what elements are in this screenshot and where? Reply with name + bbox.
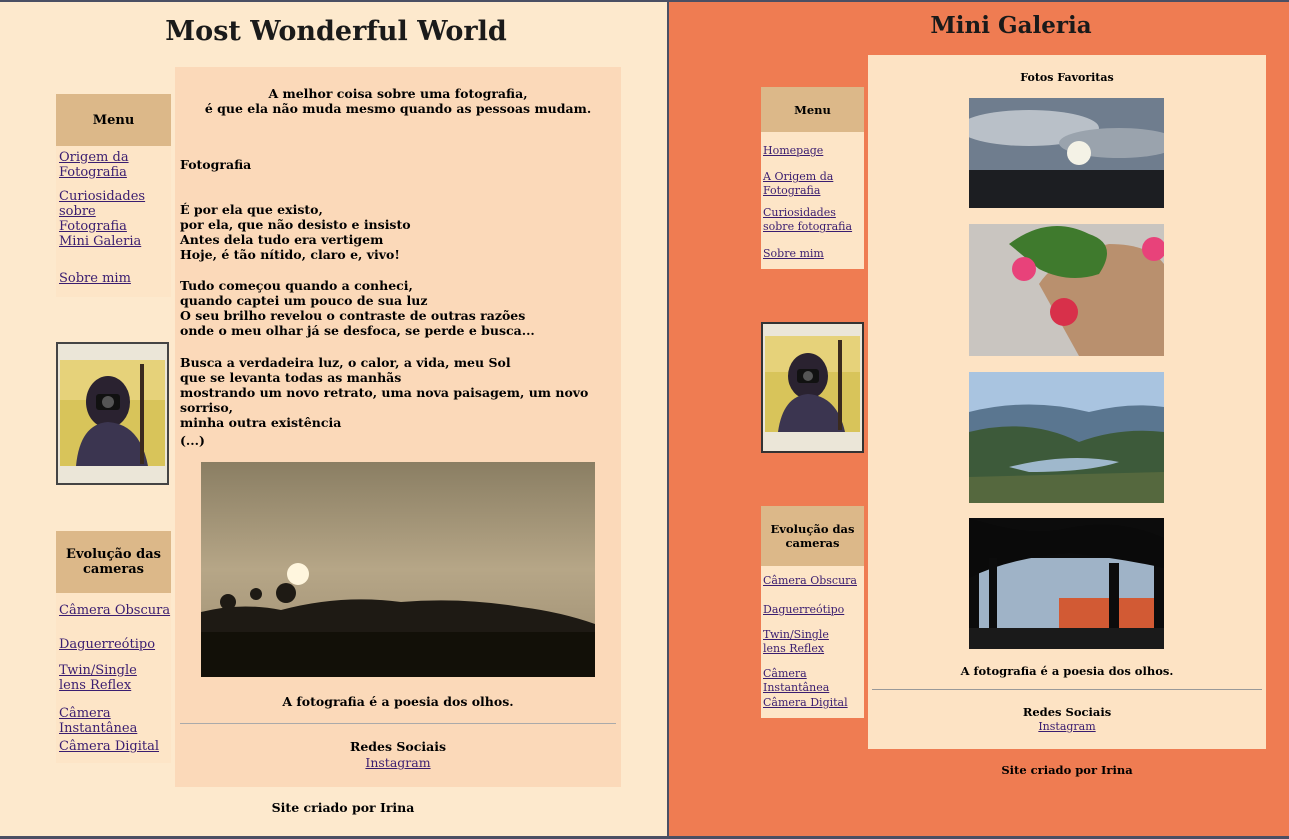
cameras-list: Câmera Obscura Daguerreótipo Twin/Single… [761,566,864,718]
tree-terrace-photo [969,518,1164,649]
divider [180,723,616,724]
camera-link-obscura[interactable]: Câmera Obscura [59,603,170,618]
cameras-heading: Evolução das cameras [56,531,171,593]
poem-ellipsis: (...) [180,433,205,448]
menu-heading: Menu [56,94,171,146]
camera-link-digital[interactable]: Câmera Digital [763,696,848,710]
page-title: Mini Galeria [930,12,1092,39]
camera-link-instantanea[interactable]: Câmera Instantânea [59,706,171,736]
menu-list: Origem da Fotografia Curiosidades sobre … [56,146,171,297]
river-valley-photo [969,372,1164,503]
poem-stanza-2: Tudo começou quando a conheci, quando ca… [180,278,535,338]
instagram-link[interactable]: Instagram [1038,720,1095,733]
quote-line-1: A melhor coisa sobre uma fotografia, [268,86,528,101]
gallery-pane: Mini Galeria Menu Homepage A Origem da F… [669,2,1289,836]
divider [872,689,1262,690]
homepage-pane: Most Wonderful World Menu Origem da Foto… [0,2,667,836]
cameras-heading: Evolução das cameras [761,506,864,566]
menu-link-curiosidades[interactable]: Curiosidades sobre fotografia [763,206,861,234]
page-title: Most Wonderful World [165,16,507,47]
camera-link-reflex[interactable]: Twin/Single lens Reflex [763,628,853,656]
menu-link-homepage[interactable]: Homepage [763,144,823,158]
menu-heading: Menu [761,87,864,132]
site-footer: Site criado por Irina [271,800,415,815]
photo-caption: A fotografia é a poesia dos olhos. [960,664,1174,678]
cloudy-sunset-photo [969,98,1164,208]
social-heading: Redes Sociais [349,739,447,754]
social-links: Instagram [175,755,621,770]
cameras-list: Câmera Obscura Daguerreótipo Twin/Single… [56,593,171,763]
profile-photo [56,342,169,485]
social-heading: Redes Sociais [1022,705,1112,719]
quote-line-2: é que ela não muda mesmo quando as pesso… [204,101,592,116]
camera-link-obscura[interactable]: Câmera Obscura [763,574,857,588]
instagram-link[interactable]: Instagram [365,755,430,770]
menu-link-sobre-mim[interactable]: Sobre mim [59,271,131,286]
gallery-content: Fotos Favoritas A fotografia é a poesia … [868,55,1266,749]
camera-link-daguerreotipo[interactable]: Daguerreótipo [763,603,844,617]
menu-list: Homepage A Origem da Fotografia Curiosid… [761,132,864,269]
menu-link-origem[interactable]: A Origem da Fotografia [763,170,847,198]
camera-link-instantanea[interactable]: Câmera Instantânea [763,667,864,695]
camera-link-daguerreotipo[interactable]: Daguerreótipo [59,637,155,652]
camera-link-reflex[interactable]: Twin/Single lens Reflex [59,663,159,693]
menu-link-origem[interactable]: Origem da Fotografia [59,150,159,180]
camera-link-digital[interactable]: Câmera Digital [59,739,159,754]
quote: A melhor coisa sobre uma fotografia, é q… [175,86,621,116]
profile-photo [761,322,864,453]
menu-link-mini-galeria[interactable]: Mini Galeria [59,234,141,249]
poem-stanza-1: É por ela que existo, por ela, que não d… [180,202,411,262]
social-links: Instagram [868,720,1266,733]
menu-link-curiosidades[interactable]: Curiosidades sobre Fotografia [59,189,167,234]
main-content: A melhor coisa sobre uma fotografia, é q… [175,67,621,787]
sunset-photo [201,462,595,677]
flowers-pot-photo [969,224,1164,356]
gallery-heading: Fotos Favoritas [1020,71,1114,84]
site-footer: Site criado por Irina [1001,763,1133,777]
menu-link-sobre-mim[interactable]: Sobre mim [763,247,824,261]
poem-stanza-3: Busca a verdadeira luz, o calor, a vida,… [180,355,589,430]
photo-caption: A fotografia é a poesia dos olhos. [282,694,514,709]
section-subtitle: Fotografia [180,157,252,172]
